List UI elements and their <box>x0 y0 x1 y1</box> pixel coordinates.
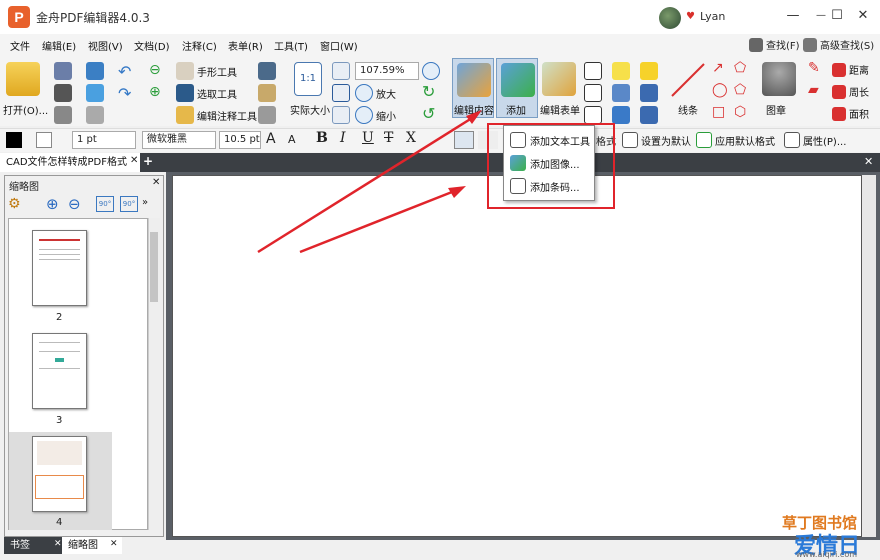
arrowhead <box>466 110 482 124</box>
arrow-line <box>299 190 453 254</box>
arrowhead <box>448 186 466 198</box>
annotation-arrows <box>257 110 482 254</box>
arrow-line <box>257 116 473 254</box>
watermark-url: www.aiqiri.com <box>796 550 858 559</box>
